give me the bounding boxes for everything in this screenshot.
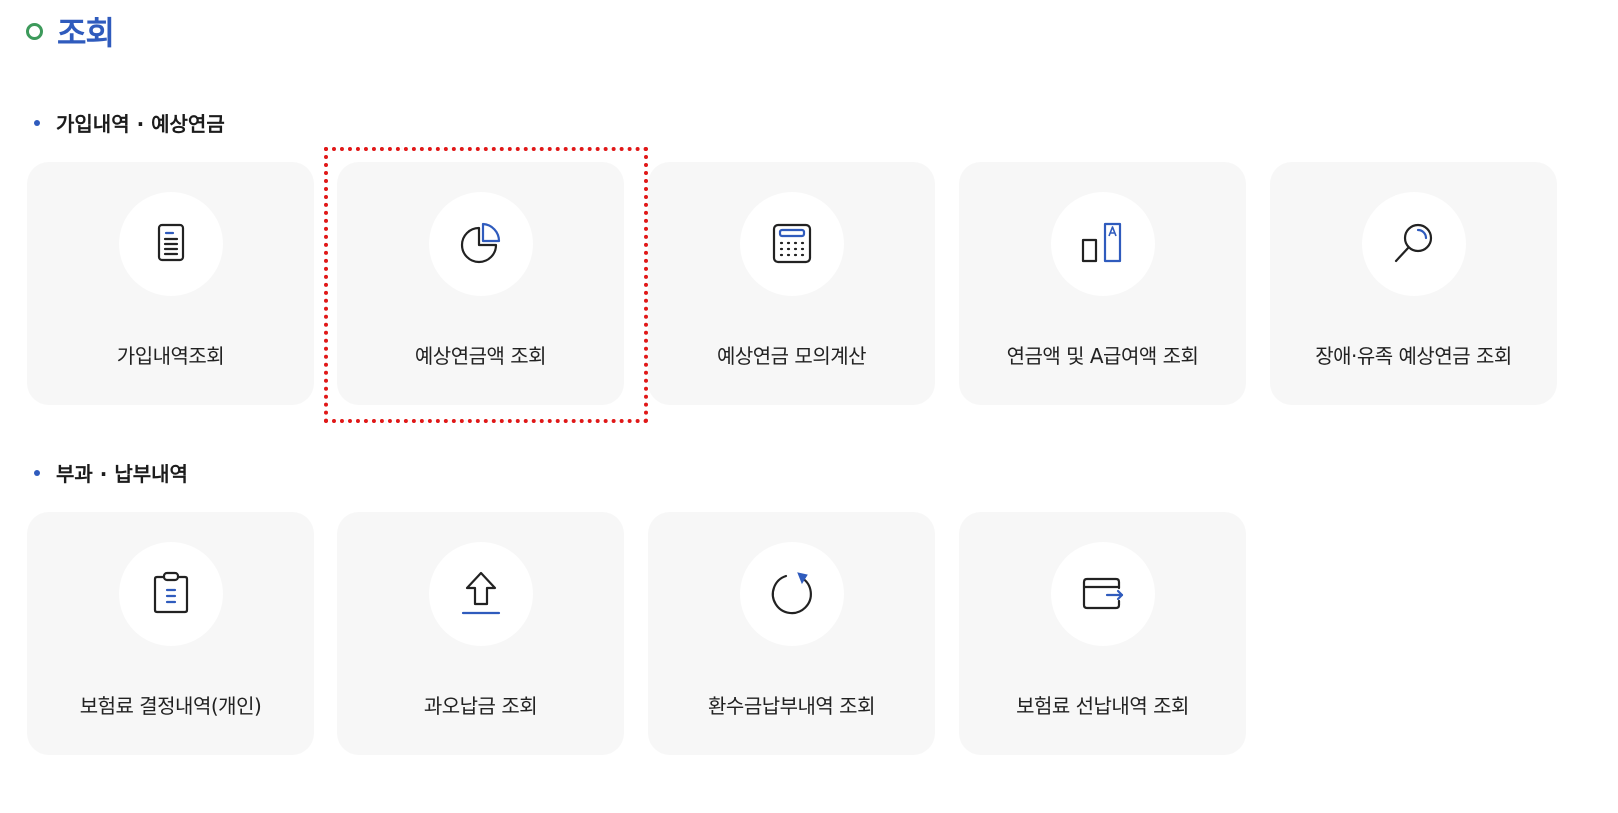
clipboard-icon — [153, 571, 188, 614]
section-heading-payment: 부과 · 납부내역 — [34, 458, 188, 487]
page-title: 조회 — [26, 8, 115, 54]
bar-a-icon — [1081, 222, 1121, 263]
card-label: 가입내역조회 — [116, 344, 225, 368]
card-label: 과오납금 조회 — [423, 694, 538, 718]
pie-chart-icon — [460, 222, 500, 264]
card-pension-amount-a[interactable]: 연금액 및 A급여액 조회 — [959, 162, 1246, 405]
bullet-dot-icon — [34, 119, 40, 126]
card-subscription-history[interactable]: 가입내역조회 — [27, 162, 314, 405]
card-refund-payment[interactable]: 환수금납부내역 조회 — [648, 512, 935, 755]
card-label: 예상연금액 조회 — [414, 344, 547, 368]
card-label: 보험료 결정내역(개인) — [79, 694, 262, 718]
document-icon — [157, 223, 184, 262]
card-overpayment[interactable]: 과오납금 조회 — [337, 512, 624, 755]
section-heading-text: 부과 · 납부내역 — [56, 462, 188, 486]
section-heading-subscription: 가입내역 · 예상연금 — [34, 108, 225, 137]
upload-arrow-icon — [461, 571, 500, 615]
circle-bullet-icon — [26, 22, 43, 40]
card-premium-decision[interactable]: 보험료 결정내역(개인) — [27, 512, 314, 755]
card-arrow-icon — [1082, 577, 1123, 610]
card-label: 환수금납부내역 조회 — [708, 694, 875, 718]
section-heading-text: 가입내역 · 예상연금 — [56, 112, 225, 136]
bullet-dot-icon — [34, 469, 40, 476]
magnifier-icon — [1394, 223, 1432, 263]
card-label: 예상연금 모의계산 — [716, 344, 867, 368]
calculator-icon — [772, 223, 811, 264]
refresh-icon — [771, 572, 812, 615]
card-label: 장애·유족 예상연금 조회 — [1315, 344, 1512, 368]
page-title-text: 조회 — [57, 14, 115, 52]
card-label: 연금액 및 A급여액 조회 — [1006, 344, 1199, 368]
card-prepayment[interactable]: 보험료 선납내역 조회 — [959, 512, 1246, 755]
card-label: 보험료 선납내역 조회 — [1016, 694, 1189, 718]
card-disability-survivor[interactable]: 장애·유족 예상연금 조회 — [1270, 162, 1557, 405]
card-pension-simulation[interactable]: 예상연금 모의계산 — [648, 162, 935, 405]
card-expected-pension[interactable]: 예상연금액 조회 — [337, 162, 624, 405]
